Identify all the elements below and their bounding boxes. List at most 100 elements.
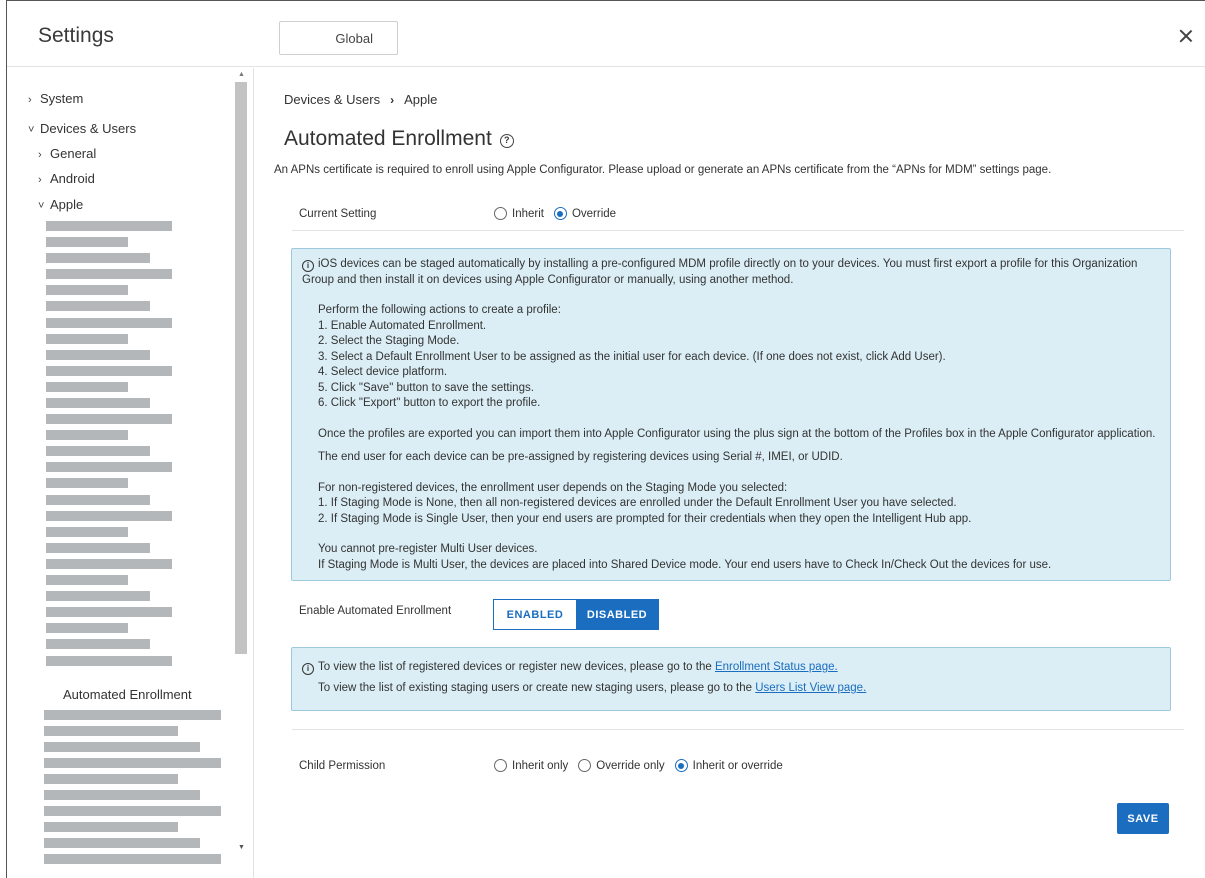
scroll-down-arrow-icon[interactable]: ▼ <box>238 844 245 851</box>
divider <box>292 230 1184 231</box>
redacted-item[interactable] <box>44 806 221 816</box>
redacted-item[interactable] <box>46 350 150 360</box>
redacted-item[interactable] <box>46 623 128 633</box>
child-permission-label: Child Permission <box>299 760 386 772</box>
sidebar-item-apple[interactable]: ˅ Apple <box>38 197 83 212</box>
redacted-item[interactable] <box>46 269 172 279</box>
redacted-item[interactable] <box>46 253 150 263</box>
users-list-view-link[interactable]: Users List View page. <box>755 682 866 694</box>
chevron-down-icon: ˅ <box>28 124 35 136</box>
redacted-item[interactable] <box>46 446 150 456</box>
radio-inherit-only[interactable]: Inherit only <box>494 759 568 772</box>
radio-circle[interactable] <box>494 207 507 220</box>
redacted-item[interactable] <box>46 334 128 344</box>
redacted-item[interactable] <box>46 527 128 537</box>
redacted-item[interactable] <box>46 591 150 601</box>
enrollment-status-link[interactable]: Enrollment Status page. <box>715 661 838 673</box>
redacted-item[interactable] <box>46 414 172 424</box>
radio-circle[interactable] <box>578 759 592 772</box>
divider <box>292 729 1184 730</box>
info-step: 5. Click "Save" button to save the setti… <box>318 381 534 394</box>
redacted-item[interactable] <box>46 511 172 521</box>
redacted-item[interactable] <box>44 742 200 752</box>
redacted-item[interactable] <box>46 607 172 617</box>
redacted-item[interactable] <box>44 710 221 720</box>
redacted-item[interactable] <box>46 301 150 311</box>
apns-note: An APNs certificate is required to enrol… <box>274 164 1052 176</box>
settings-title: Settings <box>38 24 114 47</box>
sidebar-item-system[interactable]: › System <box>28 91 83 106</box>
redacted-item[interactable] <box>46 639 150 649</box>
enable-automated-enrollment-label: Enable Automated Enrollment <box>299 605 452 617</box>
sidebar-item-label: Android <box>50 171 95 186</box>
radio-inherit-or-override[interactable]: Inherit or override <box>674 759 783 772</box>
info-import-note: Once the profiles are exported you can i… <box>318 427 1156 440</box>
info-multi-note: You cannot pre-register Multi User devic… <box>318 543 538 555</box>
redacted-item[interactable] <box>46 656 172 666</box>
radio-label: Inherit <box>512 207 544 220</box>
redacted-item[interactable] <box>46 366 172 376</box>
redacted-item[interactable] <box>44 790 200 800</box>
settings-window: Settings Global › System ˅ Devices & Users… <box>6 0 1205 878</box>
info-nonreg-item: 2. If Staging Mode is Single User, then … <box>318 512 972 525</box>
breadcrumb-parent[interactable]: Devices & Users <box>284 92 380 107</box>
scope-selector-button[interactable]: Global <box>279 21 398 55</box>
radio-circle[interactable] <box>494 759 507 772</box>
sidebar-item-general[interactable]: › General <box>38 146 96 161</box>
redacted-item[interactable] <box>46 575 128 585</box>
sidebar-selected-item[interactable]: Automated Enrollment <box>63 687 192 702</box>
current-setting-radio-group: Inherit Override <box>494 207 626 220</box>
chevron-right-icon: › <box>38 174 42 186</box>
disabled-button[interactable]: DISABLED <box>576 600 658 629</box>
sidebar-item-android[interactable]: › Android <box>38 171 95 186</box>
radio-circle[interactable] <box>674 759 688 772</box>
breadcrumb-current: Apple <box>404 92 438 107</box>
redacted-item[interactable] <box>46 398 150 408</box>
breadcrumb: Devices & Users › Apple <box>284 92 437 107</box>
sidebar: › System ˅ Devices & Users › General › Andro… <box>7 68 254 878</box>
radio-inherit[interactable]: Inherit <box>494 207 544 220</box>
info-box-instructions: i iOS devices can be staged automatically… <box>291 248 1171 581</box>
info-icon: i <box>302 663 314 675</box>
info-multi-note: If Staging Mode is Multi User, the devic… <box>318 558 1052 571</box>
scrollbar-thumb[interactable] <box>235 82 247 654</box>
sidebar-item-devices-users[interactable]: ˅ Devices & Users <box>28 121 136 136</box>
info-step: 3. Select a Default Enrollment User to b… <box>318 350 946 363</box>
radio-circle[interactable] <box>553 207 567 220</box>
save-button[interactable]: SAVE <box>1117 803 1169 834</box>
redacted-item[interactable] <box>46 318 172 328</box>
redacted-item[interactable] <box>46 462 172 472</box>
sidebar-item-label: Devices & Users <box>40 121 137 136</box>
scroll-up-arrow-icon[interactable]: ▲ <box>238 71 245 78</box>
redacted-item[interactable] <box>44 822 178 832</box>
redacted-item[interactable] <box>46 382 128 392</box>
redacted-item[interactable] <box>44 758 221 768</box>
redacted-item[interactable] <box>46 237 128 247</box>
redacted-item[interactable] <box>44 854 221 864</box>
redacted-item[interactable] <box>46 495 150 505</box>
radio-label: Inherit or override <box>692 759 783 772</box>
redacted-item[interactable] <box>44 838 200 848</box>
sidebar-item-label: System <box>40 91 84 106</box>
radio-label: Inherit only <box>512 759 569 772</box>
redacted-item[interactable] <box>46 543 150 553</box>
info-nonreg-header: For non-registered devices, the enrollme… <box>318 481 788 494</box>
info-nonreg-item: 1. If Staging Mode is None, then all non… <box>318 497 957 509</box>
child-permission-radio-group: Inherit only Override only Inherit or ov… <box>494 759 793 772</box>
chevron-down-icon: ˅ <box>38 200 45 212</box>
redacted-item[interactable] <box>46 221 172 231</box>
redacted-item[interactable] <box>44 726 178 736</box>
redacted-item[interactable] <box>46 559 172 569</box>
redacted-item[interactable] <box>46 478 128 488</box>
redacted-item[interactable] <box>46 285 128 295</box>
redacted-item[interactable] <box>46 430 128 440</box>
radio-override[interactable]: Override <box>553 207 616 220</box>
close-icon[interactable] <box>1177 27 1195 45</box>
redacted-item[interactable] <box>44 774 178 784</box>
enabled-button[interactable]: ENABLED <box>494 600 576 629</box>
radio-override-only[interactable]: Override only <box>578 759 665 772</box>
page-title: Automated Enrollment? <box>284 127 514 151</box>
help-icon[interactable]: ? <box>499 134 514 148</box>
radio-label: Override only <box>596 759 665 772</box>
chevron-right-icon: › <box>28 94 32 106</box>
